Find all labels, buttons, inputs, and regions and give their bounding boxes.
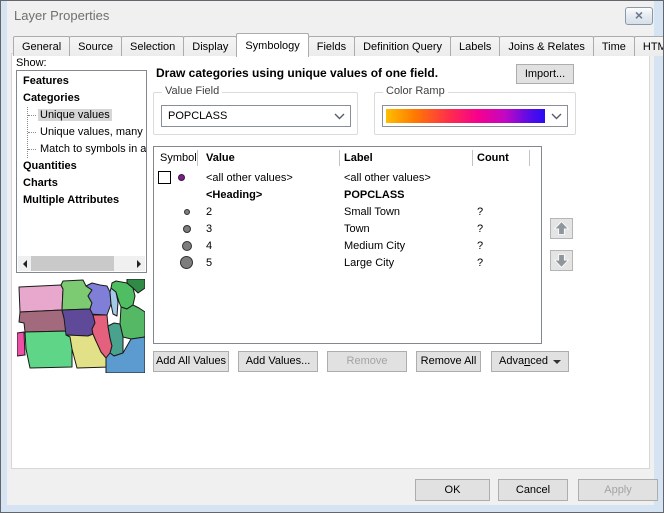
tab-selection[interactable]: Selection — [121, 36, 184, 56]
table-row[interactable]: 5 Large City ? — [154, 254, 541, 271]
chevron-down-icon — [551, 113, 562, 120]
tab-definition-query[interactable]: Definition Query — [354, 36, 451, 56]
tree-item-unique-values[interactable]: Unique values — [28, 107, 146, 124]
cancel-button[interactable]: Cancel — [498, 479, 568, 501]
tab-time[interactable]: Time — [593, 36, 635, 56]
layer-preview-map — [17, 279, 145, 373]
tree-connector — [28, 115, 36, 116]
caret-down-icon — [553, 360, 561, 364]
table-row[interactable]: <Heading> POPCLASS — [154, 186, 541, 203]
class-symbol[interactable] — [180, 256, 193, 269]
tab-html-popup[interactable]: HTML Popup — [634, 36, 664, 56]
all-other-values-symbol[interactable] — [178, 174, 185, 181]
class-symbol[interactable] — [184, 209, 190, 215]
color-ramp-gradient — [386, 109, 545, 123]
tree-item-unique-values-many[interactable]: Unique values, many — [28, 124, 146, 141]
scroll-left-arrow-icon[interactable] — [18, 256, 31, 271]
arrow-up-icon — [552, 220, 571, 237]
window-frame-right — [654, 1, 663, 512]
close-icon: × — [635, 7, 643, 23]
ok-button[interactable]: OK — [415, 479, 490, 501]
add-all-values-button[interactable]: Add All Values — [153, 351, 229, 372]
close-button[interactable]: × — [625, 7, 653, 25]
tree-item-multiple-attributes[interactable]: Multiple Attributes — [17, 192, 146, 209]
scroll-right-arrow-icon[interactable] — [132, 256, 145, 271]
state-shape — [62, 309, 95, 336]
column-header-symbol: Symbol — [154, 150, 198, 166]
move-up-button[interactable] — [550, 218, 573, 239]
value-field-label: Value Field — [162, 85, 222, 97]
class-symbol[interactable] — [183, 225, 191, 233]
window-frame-bottom — [1, 505, 663, 512]
tab-symbology[interactable]: Symbology — [236, 33, 308, 57]
symbology-tab-page: Show: Features Categories Unique values … — [11, 53, 650, 469]
table-row[interactable]: <all other values> <all other values> — [154, 169, 541, 186]
tab-source[interactable]: Source — [69, 36, 122, 56]
table-row[interactable]: 4 Medium City ? — [154, 237, 541, 254]
tab-general[interactable]: General — [13, 36, 70, 56]
tree-item-categories[interactable]: Categories — [17, 90, 146, 107]
state-shape — [19, 285, 63, 312]
tree-item-quantities[interactable]: Quantities — [17, 158, 146, 175]
state-shape — [25, 331, 72, 368]
chevron-down-icon — [334, 113, 345, 120]
page-title: Draw categories using unique values of o… — [156, 66, 438, 80]
show-label: Show: — [16, 57, 47, 69]
color-ramp-label: Color Ramp — [383, 85, 448, 97]
show-tree: Features Categories Unique values Unique… — [16, 70, 147, 273]
table-row[interactable]: 3 Town ? — [154, 220, 541, 237]
value-field-selected: POPCLASS — [168, 110, 227, 122]
tree-item-features[interactable]: Features — [17, 73, 146, 90]
value-field-group: Value Field POPCLASS — [153, 92, 358, 135]
tree-horizontal-scrollbar[interactable] — [18, 256, 145, 271]
column-header-label: Label — [340, 150, 473, 166]
remove-button[interactable]: Remove — [327, 351, 407, 372]
tab-bar: General Source Selection Display Symbolo… — [13, 33, 664, 56]
advanced-button-label: Advanced — [499, 352, 548, 371]
tree-item-match-to-symbols[interactable]: Match to symbols in a — [28, 141, 146, 158]
color-ramp-group: Color Ramp — [374, 92, 576, 135]
advanced-button[interactable]: Advanced — [491, 351, 569, 372]
categories-children: Unique values Unique values, many Match … — [27, 107, 146, 158]
unique-values-table: Symbol Value Label Count <all other valu… — [153, 146, 542, 344]
apply-button[interactable]: Apply — [578, 479, 658, 501]
state-shape — [108, 323, 123, 356]
tab-display[interactable]: Display — [183, 36, 237, 56]
tree-connector — [28, 132, 36, 133]
scrollbar-thumb[interactable] — [31, 256, 114, 271]
tab-fields[interactable]: Fields — [308, 36, 355, 56]
tree-connector — [28, 149, 36, 150]
import-button[interactable]: Import... — [516, 64, 574, 84]
color-ramp-select[interactable] — [382, 105, 568, 127]
table-row[interactable]: 2 Small Town ? — [154, 203, 541, 220]
move-down-button[interactable] — [550, 250, 573, 271]
add-values-button[interactable]: Add Values... — [238, 351, 318, 372]
state-shape — [61, 280, 92, 310]
table-header-row: Symbol Value Label Count — [154, 147, 541, 169]
column-header-filler — [530, 150, 541, 166]
state-shape — [17, 332, 25, 356]
tab-labels[interactable]: Labels — [450, 36, 500, 56]
all-other-values-checkbox[interactable] — [158, 171, 171, 184]
column-header-count: Count — [473, 150, 530, 166]
value-field-select[interactable]: POPCLASS — [161, 105, 351, 127]
window-frame-left — [1, 1, 7, 512]
arrow-down-icon — [552, 252, 571, 269]
tree-item-charts[interactable]: Charts — [17, 175, 146, 192]
state-shape — [120, 305, 145, 339]
remove-all-button[interactable]: Remove All — [416, 351, 481, 372]
class-symbol[interactable] — [182, 241, 192, 251]
layer-properties-dialog: Layer Properties × General Source Select… — [0, 0, 664, 513]
column-header-value: Value — [198, 150, 340, 166]
dialog-title: Layer Properties — [14, 8, 109, 23]
tab-joins-relates[interactable]: Joins & Relates — [499, 36, 593, 56]
